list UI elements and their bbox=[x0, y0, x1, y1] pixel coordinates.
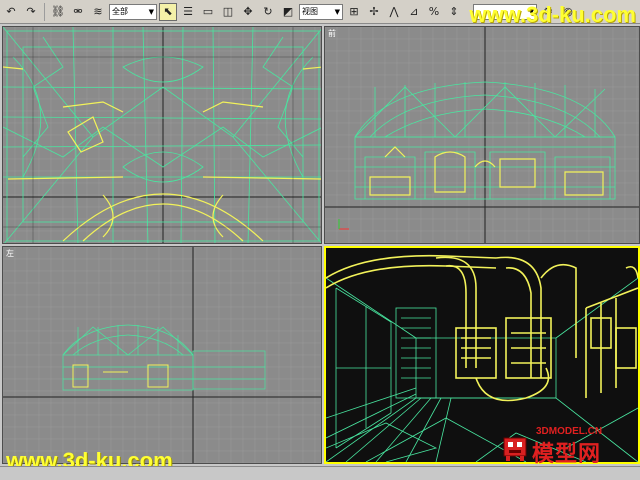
viewport-left[interactable]: 左 bbox=[2, 246, 322, 464]
reference-coordinate-value: 视图 bbox=[302, 7, 318, 16]
logo-chinese-text: 模型网 bbox=[532, 442, 602, 467]
main-toolbar: ↶ ↷ ⛓ ⚮ ≋ 全部 ▼ ⬉ ☰ ▭ ◫ ✥ ↻ ◩ 视图 ▼ ⊞ ✢ ⋀ … bbox=[0, 0, 640, 27]
scale-icon[interactable]: ◩ bbox=[279, 3, 297, 21]
unlink-icon[interactable]: ⚮ bbox=[69, 3, 87, 21]
percent-snap-icon[interactable]: % bbox=[425, 3, 443, 21]
redo-icon[interactable]: ↷ bbox=[22, 3, 40, 21]
viewport-top[interactable] bbox=[2, 26, 322, 244]
rectangular-selection-icon[interactable]: ▭ bbox=[199, 3, 217, 21]
select-manipulate-icon[interactable]: ✢ bbox=[365, 3, 383, 21]
window-crossing-icon[interactable]: ◫ bbox=[219, 3, 237, 21]
viewport-label: 前 bbox=[328, 29, 336, 38]
angle-snap-icon[interactable]: ⊿ bbox=[405, 3, 423, 21]
reference-coordinate-dropdown[interactable]: 视图 ▼ bbox=[299, 3, 343, 20]
status-bar bbox=[0, 466, 640, 480]
logo-watermark: 3DMODEL.CN 模型网 bbox=[498, 426, 638, 467]
chevron-down-icon: ▼ bbox=[334, 7, 340, 16]
left-view-wireframe bbox=[3, 247, 321, 463]
chevron-down-icon: ▼ bbox=[148, 7, 154, 16]
undo-icon[interactable]: ↶ bbox=[2, 3, 20, 21]
brand-watermark-top: www.3d-ku.com bbox=[469, 2, 636, 27]
selection-filter-dropdown[interactable]: 全部 ▼ bbox=[109, 3, 157, 20]
move-icon[interactable]: ✥ bbox=[239, 3, 257, 21]
viewport-label: 左 bbox=[6, 249, 14, 258]
bind-space-warp-icon[interactable]: ≋ bbox=[89, 3, 107, 21]
selection-filter-value: 全部 bbox=[112, 7, 128, 16]
select-and-link-icon[interactable]: ⛓ bbox=[49, 3, 67, 21]
spinner-snap-icon[interactable]: ⇕ bbox=[445, 3, 463, 21]
select-by-name-icon[interactable]: ☰ bbox=[179, 3, 197, 21]
use-pivot-center-icon[interactable]: ⊞ bbox=[345, 3, 363, 21]
snaps-toggle-icon[interactable]: ⋀ bbox=[385, 3, 403, 21]
toolbar-divider bbox=[44, 2, 45, 21]
viewport-front[interactable]: 前 bbox=[324, 26, 640, 244]
top-view-wireframe bbox=[3, 27, 321, 243]
select-object-icon[interactable]: ⬉ bbox=[159, 2, 177, 21]
robot-mascot-icon bbox=[503, 437, 527, 461]
front-view-wireframe bbox=[325, 27, 639, 243]
rotate-icon[interactable]: ↻ bbox=[259, 3, 277, 21]
